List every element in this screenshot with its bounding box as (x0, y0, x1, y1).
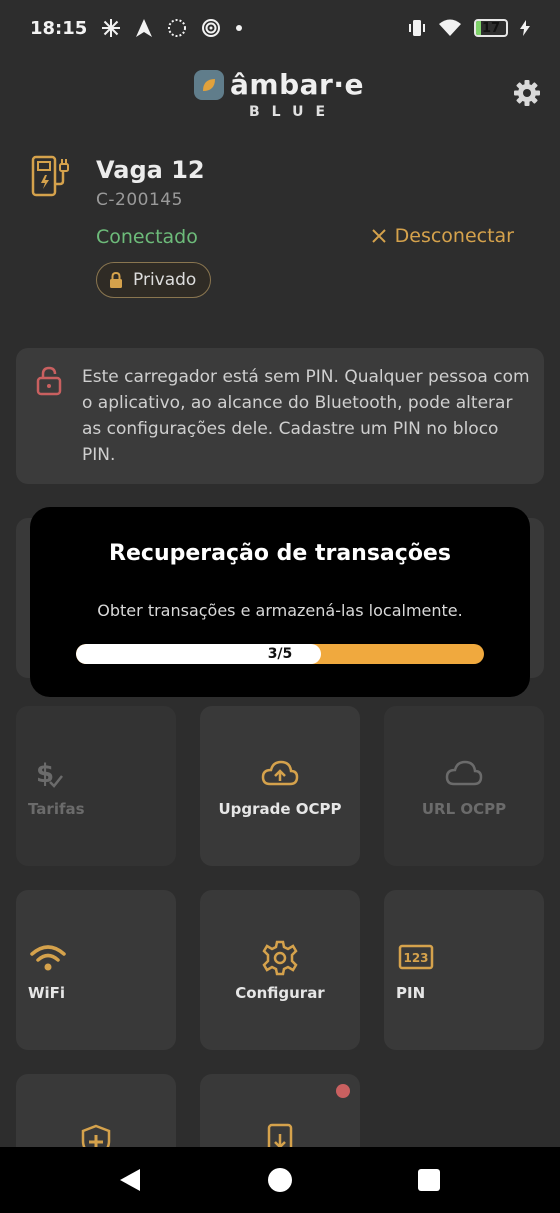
tile-tarifas[interactable]: $ Tarifas (16, 706, 176, 866)
privacy-label: Privado (133, 270, 197, 290)
navigation-arrow-icon (136, 19, 153, 37)
transaction-recovery-dialog: Recuperação de transações Obter transaçõ… (30, 507, 530, 697)
recents-icon[interactable] (414, 1165, 444, 1195)
notification-dot (336, 1084, 350, 1098)
dialog-title: Recuperação de transações (109, 541, 451, 566)
charger-name: Vaga 12 (96, 156, 205, 184)
progress-bar: 3/5 (76, 644, 484, 664)
pin-warning-card: Este carregador está sem PIN. Qualquer p… (16, 348, 544, 484)
charging-bolt-icon (520, 20, 530, 36)
vibrate-icon (409, 20, 425, 36)
spiral-icon (202, 19, 221, 37)
status-right: 17 (408, 18, 530, 38)
logo-subtitle: BLUE (249, 104, 338, 120)
dialog-description: Obter transações e armazená-las localmen… (97, 601, 463, 620)
system-nav-bar (0, 1147, 560, 1213)
tile-url-ocpp[interactable]: URL OCPP (384, 706, 544, 866)
app-logo: âmbar·e (194, 68, 364, 101)
tile-label: URL OCPP (421, 800, 507, 818)
lock-icon (110, 272, 122, 288)
tile-wifi[interactable]: WiFi (16, 890, 176, 1050)
privacy-chip[interactable]: Privado (96, 262, 212, 298)
tile-label: Upgrade OCPP (218, 800, 342, 818)
connection-status: Conectado (96, 226, 198, 248)
tile-upgrade-ocpp[interactable]: Upgrade OCPP (200, 706, 360, 866)
wifi-icon (30, 945, 66, 971)
home-icon[interactable] (265, 1165, 295, 1195)
tile-configurar[interactable]: Configurar (200, 890, 360, 1050)
cloud-upload-icon (261, 760, 299, 786)
wifi-signal-icon (439, 19, 461, 36)
svg-text:123: 123 (403, 951, 428, 965)
tile-label: WiFi (28, 984, 66, 1002)
cloud-icon (445, 760, 483, 786)
disconnect-label: Desconectar (394, 225, 514, 247)
logo-text: âmbar·e (230, 68, 364, 101)
unlocked-lock-icon (36, 366, 62, 396)
tariff-dollar-check-icon: $ (36, 759, 63, 789)
disconnect-button[interactable]: Desconectar (371, 225, 514, 247)
ev-charger-icon (31, 155, 69, 197)
logo-mark-icon (194, 69, 224, 100)
battery-indicator: 17 (474, 19, 508, 37)
dotted-circle-icon (168, 19, 187, 37)
tile-pin[interactable]: 123 PIN (384, 890, 544, 1050)
charger-id: C-200145 (96, 190, 183, 210)
pin-123-icon: 123 (398, 944, 434, 970)
status-bar: 18:15 17 (0, 0, 560, 56)
sparkle-icon (102, 19, 121, 37)
tile-label: Tarifas (28, 800, 85, 818)
battery-fill (476, 21, 482, 35)
tile-label: Configurar (235, 984, 325, 1002)
close-icon (371, 229, 386, 243)
app-header: âmbar·e BLUE (0, 64, 560, 128)
notification-dot-icon (236, 25, 243, 31)
settings-gear-icon[interactable] (512, 78, 542, 108)
status-time: 18:15 (30, 17, 88, 39)
battery-level: 17 (481, 20, 501, 36)
progress-text: 3/5 (267, 646, 293, 662)
gear-icon (262, 940, 298, 976)
back-icon[interactable] (114, 1165, 144, 1195)
tile-label: PIN (396, 984, 426, 1002)
status-icons (101, 18, 243, 38)
pin-warning-text: Este carregador está sem PIN. Qualquer p… (82, 367, 530, 465)
